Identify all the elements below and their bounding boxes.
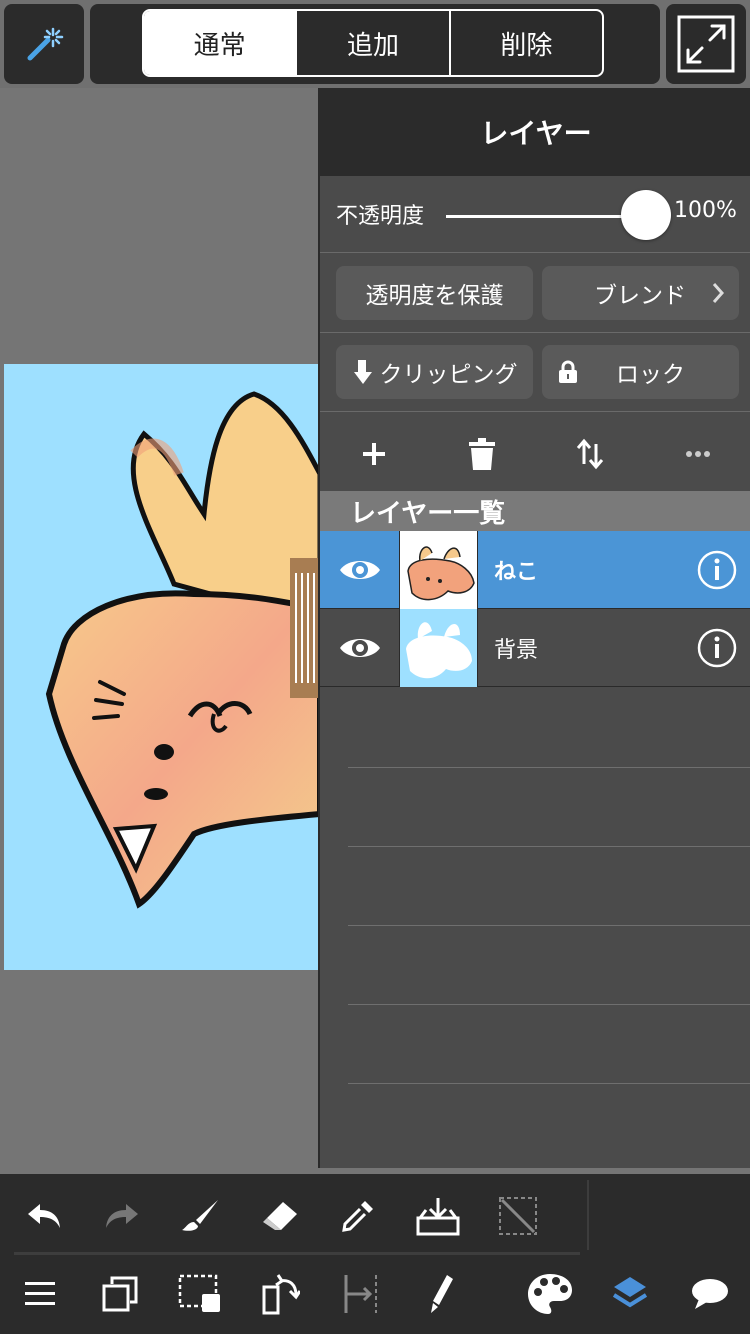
swap-vertical-icon [576,438,604,470]
eyedropper-icon [342,1201,373,1232]
eye-icon [339,560,380,579]
protect-alpha-button[interactable]: 透明度を保護 [336,266,533,320]
brush-button[interactable] [170,1186,230,1246]
speech-bubble-icon [692,1279,728,1309]
plus-icon [363,443,385,465]
background-thumbnail [400,608,477,687]
divider [320,332,750,333]
selection-icon [178,1274,220,1312]
add-layer-button[interactable] [344,424,404,484]
info-icon [697,628,737,667]
empty-row-line [348,925,750,926]
visibility-toggle[interactable] [320,530,400,609]
palette-icon [528,1274,572,1314]
move-layer-button[interactable] [560,424,620,484]
menu-button[interactable] [10,1264,70,1324]
layers-copy-button[interactable] [90,1264,150,1324]
layers-icon [612,1277,648,1308]
chat-button[interactable] [680,1264,740,1324]
lock-button[interactable]: ロック [542,345,739,399]
blend-button[interactable]: ブレンド [542,266,739,320]
layer-info-button[interactable] [682,628,750,668]
eraser-button[interactable] [250,1186,310,1246]
redo-button[interactable] [92,1186,152,1246]
chevron-right-icon [712,283,725,303]
empty-row-line [348,1004,750,1005]
eraser-icon [263,1202,297,1230]
panel-title: レイヤー [320,88,750,176]
layer-row-background[interactable]: 背景 [320,608,750,687]
layers-button[interactable] [600,1264,660,1324]
empty-row-line [348,767,750,768]
lock-label: ロック [616,362,685,388]
menu-icon [25,1282,55,1305]
eye-icon [339,638,380,657]
empty-row-line [348,846,750,847]
toolbar-vertical-divider [587,1180,589,1250]
brush-icon [182,1200,218,1231]
panel-drag-handle[interactable] [290,558,320,698]
segment-normal[interactable]: 通常 [144,11,296,75]
layers-copy-icon [102,1276,138,1312]
transform-button[interactable] [250,1264,310,1324]
layer-actions [320,418,750,490]
divider [320,252,750,253]
empty-row-line [348,1083,750,1084]
color-palette-button[interactable] [520,1264,580,1324]
pen-button[interactable] [410,1264,470,1324]
fullscreen-button[interactable] [666,4,746,84]
clipping-button[interactable]: クリッピング [336,345,533,399]
cat-illustration [45,391,320,909]
magic-wand-icon [27,27,64,61]
trash-icon [469,438,495,470]
info-icon [697,550,737,589]
layer-row-neko[interactable]: ねこ [320,530,750,609]
undo-button[interactable] [14,1186,74,1246]
save-icon [416,1198,460,1236]
opacity-slider-knob[interactable] [621,190,671,240]
segment-delete[interactable]: 削除 [448,11,602,75]
fullscreen-icon [677,15,735,73]
opacity-slider-track[interactable] [446,215,636,218]
divider [320,411,750,412]
layer-info-button[interactable] [682,550,750,590]
magic-wand-button[interactable] [4,4,84,84]
opacity-label: 不透明度 [336,204,425,229]
pen-icon [431,1275,453,1313]
deselect-icon [499,1197,537,1235]
layer-thumbnail [400,608,478,687]
opacity-value: 100% [674,198,737,223]
layer-thumbnail [400,530,478,609]
eyedropper-button[interactable] [328,1186,388,1246]
blend-label: ブレンド [594,283,686,309]
layer-panel: レイヤー 不透明度 100% 透明度を保護 ブレンド クリッピング ロック レイ… [318,88,750,1168]
segment-add[interactable]: 追加 [295,11,448,75]
selection-mode-segmented: 通常 追加 削除 [142,9,604,77]
clipping-label: クリッピング [379,362,518,388]
lock-icon [559,360,577,383]
ruler-button[interactable] [330,1264,390,1324]
transform-icon [262,1274,300,1315]
visibility-toggle[interactable] [320,608,400,687]
selection-button[interactable] [170,1264,230,1324]
toolbar-divider [14,1252,580,1255]
clipping-icon [353,360,372,384]
ruler-icon [344,1275,377,1313]
cat-thumbnail [400,530,477,609]
save-button[interactable] [408,1186,468,1246]
redo-icon [106,1204,138,1228]
layer-name: ねこ [494,559,539,585]
layer-name: 背景 [494,637,539,663]
more-options-button[interactable] [668,424,728,484]
layer-list-header: レイヤー一覧 [320,491,750,531]
deselect-button[interactable] [488,1186,548,1246]
ellipsis-icon [686,451,710,457]
undo-icon [28,1204,60,1228]
delete-layer-button[interactable] [452,424,512,484]
canvas-artwork[interactable] [4,364,320,970]
